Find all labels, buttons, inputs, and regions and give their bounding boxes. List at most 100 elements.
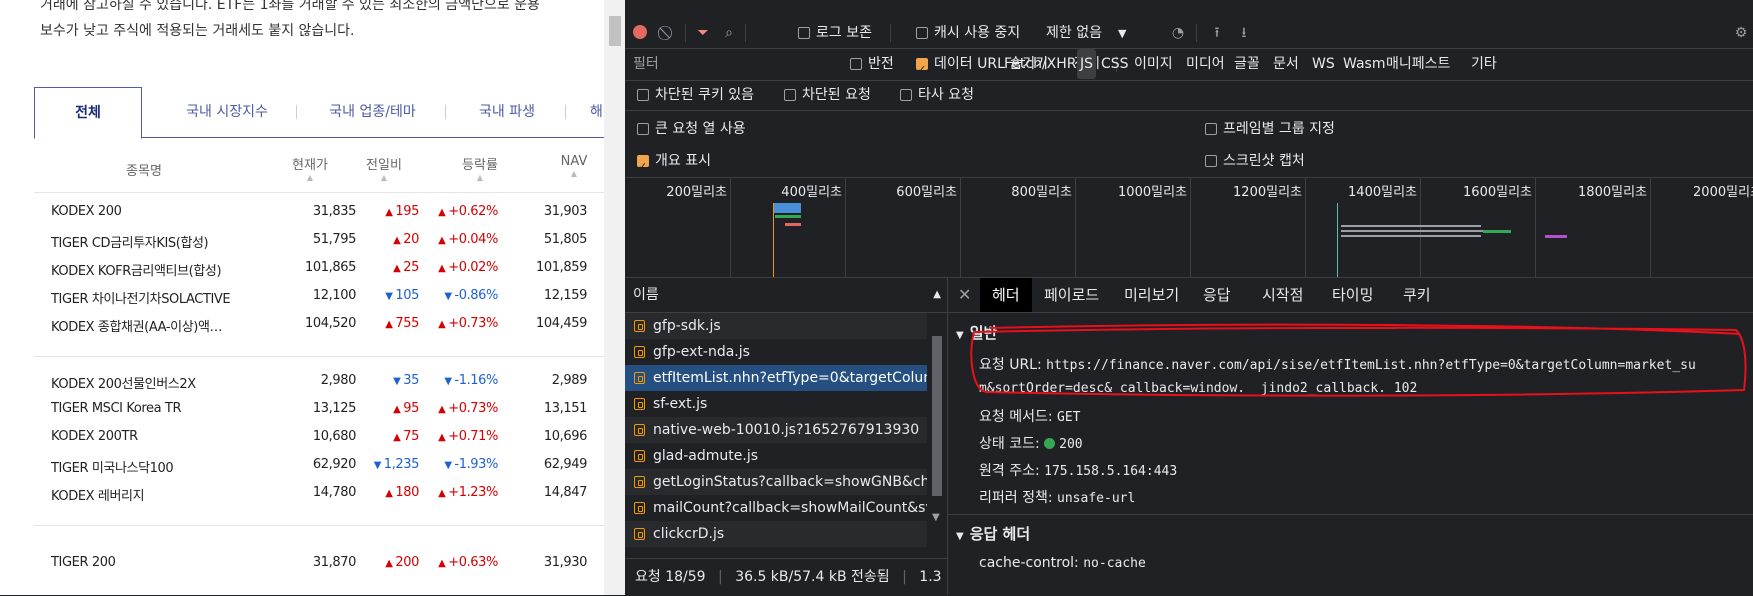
etf-name[interactable]: TIGER 미국나스닥100: [51, 457, 251, 476]
request-row[interactable]: clickcrD.js: [625, 521, 927, 547]
type-filter-[interactable]: 매니페스트: [1386, 49, 1450, 79]
tab-domestic-sector[interactable]: 국내 업종/테마: [300, 87, 445, 137]
col-nav[interactable]: NAV ▲: [544, 154, 604, 179]
table-row[interactable]: KODEX 레버리지 14,780 180 +1.23% 14,847: [34, 479, 604, 507]
tab-response[interactable]: 응답: [1203, 278, 1231, 312]
tab-timing[interactable]: 타이밍: [1332, 278, 1373, 312]
table-row[interactable]: TIGER 미국나스닥100 62,920 1,235 -1.93% 62,949: [34, 451, 604, 479]
blocked-cookies-checkbox[interactable]: 차단된 쿠키 있음: [637, 80, 754, 110]
page-scrollbar[interactable]: [604, 0, 625, 595]
group-by-frame-checkbox[interactable]: 프레임별 그룹 지정: [1205, 114, 1335, 144]
scroll-thumb[interactable]: [932, 336, 942, 496]
request-detail: ✕ 헤더 페이로드 미리보기 응답 시작점 타이밍 쿠키 ▼ 일반 요청 URL:…: [948, 278, 1753, 595]
type-filter-wasm[interactable]: Wasm: [1343, 49, 1385, 79]
request-name: gfp-ext-nda.js: [653, 344, 750, 360]
col-change[interactable]: 전일비 ▲: [354, 154, 414, 183]
tab-preview[interactable]: 미리보기: [1124, 278, 1179, 312]
tab-headers[interactable]: 헤더: [980, 278, 1032, 312]
etf-change: 95: [393, 401, 419, 416]
request-row[interactable]: etfItemList.nhn?etfType=0&targetColum...: [625, 365, 927, 391]
export-har-icon[interactable]: ⭳: [1232, 18, 1256, 48]
etf-name[interactable]: KODEX 200TR: [51, 429, 251, 444]
clear-icon[interactable]: ⃠: [656, 18, 680, 48]
show-overview-checkbox[interactable]: 개요 표시: [637, 146, 711, 182]
type-filter-[interactable]: 기타: [1471, 49, 1497, 79]
tab-all[interactable]: 전체: [34, 87, 142, 139]
response-headers-title: 응답 헤더: [969, 525, 1031, 543]
type-filter-[interactable]: 이미지: [1134, 49, 1173, 79]
invert-checkbox[interactable]: 반전: [850, 49, 894, 79]
type-filter-fetchxhr[interactable]: Fetch/XHR: [1004, 49, 1077, 79]
etf-name[interactable]: KODEX 200: [51, 204, 251, 219]
type-filter-[interactable]: 문서: [1273, 49, 1299, 79]
type-filter-[interactable]: 미디어: [1186, 49, 1225, 79]
etf-nav: 101,859: [536, 260, 587, 275]
type-filter-js[interactable]: JS: [1077, 49, 1097, 79]
table-row[interactable]: KODEX 200선물인버스2X 2,980 35 -1.16% 2,989: [34, 367, 604, 395]
network-conditions-icon[interactable]: ◔: [1166, 18, 1190, 48]
etf-name[interactable]: KODEX 종합채권(AA-이상)액…: [51, 316, 251, 335]
close-icon[interactable]: ✕: [958, 278, 971, 312]
search-icon[interactable]: ⌕: [717, 18, 741, 48]
timeline-tick: 1800밀리초: [1578, 177, 1651, 277]
tab-domestic-index[interactable]: 국내 시장지수: [162, 87, 292, 137]
big-request-rows-checkbox[interactable]: 큰 요청 열 사용: [637, 114, 746, 144]
type-filter-ws[interactable]: WS: [1312, 49, 1335, 79]
etf-name[interactable]: TIGER CD금리투자KIS(합성): [51, 232, 251, 251]
group-by-frame-label: 프레임별 그룹 지정: [1223, 121, 1335, 137]
etf-name[interactable]: TIGER MSCI Korea TR: [51, 401, 251, 416]
etf-name[interactable]: KODEX 레버리지: [51, 485, 251, 504]
tab-cookies[interactable]: 쿠키: [1403, 278, 1431, 312]
tab-domestic-derivative[interactable]: 국내 파생: [452, 87, 562, 137]
table-row[interactable]: TIGER CD금리투자KIS(합성) 51,795 20 +0.04% 51,805: [34, 226, 604, 254]
tab-initiator[interactable]: 시작점: [1262, 278, 1303, 312]
request-row[interactable]: gfp-ext-nda.js: [625, 339, 927, 365]
table-row[interactable]: KODEX KOFR금리액티브(합성) 101,865 25 +0.02% 101,85…: [34, 254, 604, 282]
preserve-log-checkbox[interactable]: 로그 보존: [798, 18, 872, 48]
request-name: getLoginStatus?callback=showGNB&cha...: [653, 474, 927, 490]
table-row[interactable]: TIGER 차이나전기차SOLACTIVE 12,100 105 -0.86% 12,1…: [34, 282, 604, 310]
throttle-select[interactable]: 제한 없음 ▼: [1046, 18, 1126, 48]
request-list: 이름 ▲ gfp-sdk.js gfp-ext-nda.js etfItemList.…: [625, 278, 948, 595]
col-price[interactable]: 현재가 ▲: [280, 154, 340, 183]
request-list-scrollbar[interactable]: ▼: [929, 312, 945, 558]
gear-icon[interactable]: ⚙: [1729, 18, 1753, 48]
etf-name[interactable]: KODEX 200선물인버스2X: [51, 373, 251, 392]
filter-input[interactable]: 필터: [633, 52, 809, 76]
name-column-header[interactable]: 이름 ▲: [625, 278, 947, 313]
timeline-tick: 400밀리초: [781, 177, 846, 277]
toolbar-divider: [1196, 24, 1197, 42]
import-har-icon[interactable]: ⭱: [1205, 18, 1229, 48]
table-row[interactable]: KODEX 200TR 10,680 75 +0.71% 10,696: [34, 423, 604, 451]
response-headers-section-header[interactable]: ▼ 응답 헤더: [956, 523, 1030, 544]
col-name[interactable]: 종목명: [94, 160, 194, 179]
type-filter-css[interactable]: CSS: [1101, 49, 1129, 79]
scroll-thumb[interactable]: [609, 16, 621, 46]
third-party-checkbox[interactable]: 타사 요청: [900, 80, 974, 110]
col-rate[interactable]: 등락률 ▲: [450, 154, 510, 183]
request-row[interactable]: glad-admute.js: [625, 443, 927, 469]
table-row[interactable]: KODEX 200 31,835 195 +0.62% 31,903: [34, 198, 604, 226]
capture-screenshots-checkbox[interactable]: 스크린샷 캡처: [1205, 146, 1305, 176]
request-row[interactable]: gfp-sdk.js: [625, 313, 927, 339]
timeline-overview[interactable]: 200밀리초 400밀리초 600밀리초 800밀리초 1000밀리초 1200밀리초 14…: [625, 177, 1753, 278]
record-stop-icon[interactable]: [628, 18, 652, 48]
scroll-down-icon[interactable]: ▼: [932, 512, 940, 523]
tab-payload[interactable]: 페이로드: [1044, 278, 1099, 312]
timeline-tick-label: 800밀리초: [1011, 185, 1072, 200]
disable-cache-checkbox[interactable]: 캐시 사용 중지: [916, 18, 1020, 48]
etf-name[interactable]: TIGER 차이나전기차SOLACTIVE: [51, 288, 251, 307]
table-row[interactable]: KODEX 종합채권(AA-이상)액… 104,520 755 +0.73% 104,4…: [34, 310, 604, 338]
table-row[interactable]: TIGER MSCI Korea TR 13,125 95 +0.73% 13,151: [34, 395, 604, 423]
etf-name[interactable]: TIGER 200: [51, 555, 251, 570]
blocked-requests-checkbox[interactable]: 차단된 요청: [784, 80, 871, 110]
request-row[interactable]: mailCount?callback=showMailCount&sv...: [625, 495, 927, 521]
request-row[interactable]: native-web-10010.js?1652767913930: [625, 417, 927, 443]
table-row[interactable]: TIGER 200 31,870 200 +0.63% 31,930: [34, 549, 604, 577]
request-row[interactable]: getLoginStatus?callback=showGNB&cha...: [625, 469, 927, 495]
etf-name[interactable]: KODEX KOFR금리액티브(합성): [51, 260, 251, 279]
type-filter-[interactable]: 글꼴: [1234, 49, 1260, 79]
checkbox-box: [784, 89, 796, 101]
filter-icon[interactable]: ⏷: [691, 18, 715, 48]
request-row[interactable]: sf-ext.js: [625, 391, 927, 417]
